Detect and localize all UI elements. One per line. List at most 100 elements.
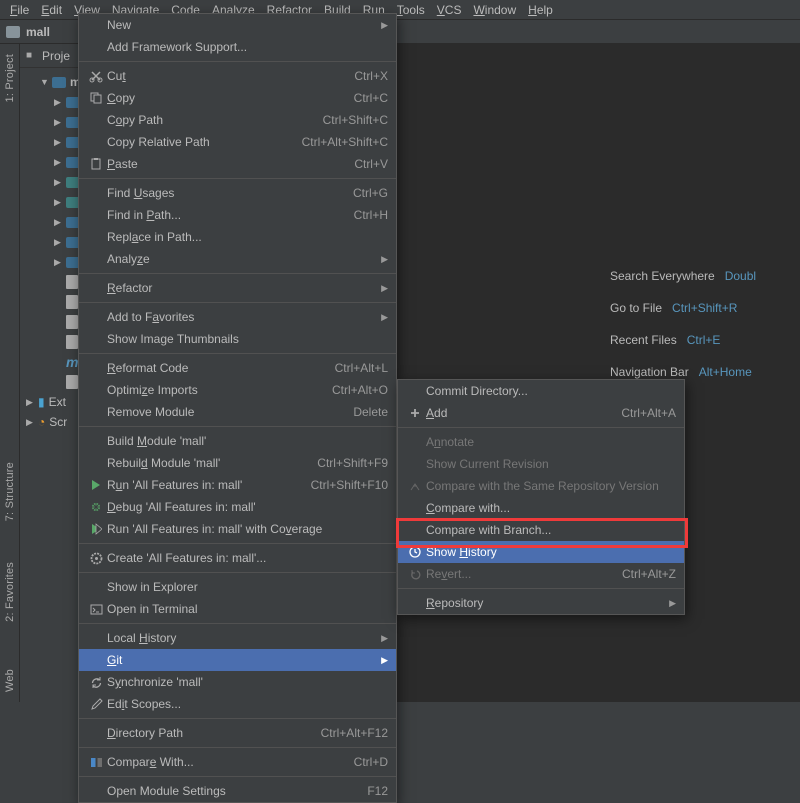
menu-item-label: Copy Relative Path [107, 135, 302, 149]
icon-slot [87, 783, 105, 799]
menu-shortcut: Ctrl+D [354, 755, 388, 769]
menu-item-git[interactable]: Git▶ [79, 649, 396, 671]
menu-item-compare-with-branch[interactable]: Compare with Branch... [398, 519, 684, 541]
menu-item-label: Directory Path [107, 726, 321, 740]
menu-item-refactor[interactable]: Refactor▶ [79, 277, 396, 299]
menu-item-label: Revert... [426, 567, 622, 581]
menu-item-label: Show Current Revision [426, 457, 676, 471]
menu-item-add-framework-support[interactable]: Add Framework Support... [79, 36, 396, 58]
breadcrumb-root[interactable]: mall [26, 25, 50, 39]
plus-icon [406, 405, 424, 421]
menu-item-show-image-thumbnails[interactable]: Show Image Thumbnails [79, 328, 396, 350]
menu-item-label: Optimize Imports [107, 383, 332, 397]
menu-separator [79, 273, 396, 274]
menu-item-create-all-features-in-mall[interactable]: Create 'All Features in: mall'... [79, 547, 396, 569]
menu-item-open-module-settings[interactable]: Open Module SettingsF12 [79, 780, 396, 802]
menu-item-debug-all-features-in-mall[interactable]: Debug 'All Features in: mall' [79, 496, 396, 518]
menu-shortcut: Delete [353, 405, 388, 419]
menu-item-commit-directory[interactable]: Commit Directory... [398, 380, 684, 402]
menu-item-label: Run 'All Features in: mall' with Coverag… [107, 522, 388, 536]
menu-item-label: Create 'All Features in: mall'... [107, 551, 388, 565]
menu-item-rebuild-module-mall[interactable]: Rebuild Module 'mall'Ctrl+Shift+F9 [79, 452, 396, 474]
menu-separator [79, 543, 396, 544]
gutter-structure[interactable]: 7: Structure [4, 462, 16, 521]
menu-item-find-in-path[interactable]: Find in Path...Ctrl+H [79, 204, 396, 226]
menu-item-label: Build Module 'mall' [107, 434, 388, 448]
menu-item-show-history[interactable]: Show History [398, 541, 684, 563]
submenu-arrow-icon: ▶ [381, 633, 388, 644]
menu-item-remove-module[interactable]: Remove ModuleDelete [79, 401, 396, 423]
menu-item-show-in-explorer[interactable]: Show in Explorer [79, 576, 396, 598]
folder-icon [6, 26, 20, 38]
menu-window[interactable]: Window [467, 3, 522, 17]
menu-item-label: Analyze [107, 252, 388, 266]
menu-item-replace-in-path[interactable]: Replace in Path... [79, 226, 396, 248]
menu-help[interactable]: Help [522, 3, 559, 17]
icon-slot [87, 309, 105, 325]
menu-item-new[interactable]: New▶ [79, 14, 396, 36]
submenu-arrow-icon: ▶ [381, 20, 388, 31]
copy-icon [87, 90, 105, 106]
paste-icon [87, 156, 105, 172]
menu-shortcut: Ctrl+Shift+F9 [317, 456, 388, 470]
menu-item-label: Run 'All Features in: mall' [107, 478, 311, 492]
menu-item-optimize-imports[interactable]: Optimize ImportsCtrl+Alt+O [79, 379, 396, 401]
menu-item-copy[interactable]: CopyCtrl+C [79, 87, 396, 109]
menu-item-label: Find in Path... [107, 208, 354, 222]
menu-item-label: Remove Module [107, 405, 353, 419]
submenu-arrow-icon: ▶ [381, 283, 388, 294]
menu-item-label: Find Usages [107, 186, 353, 200]
icon-slot [87, 185, 105, 201]
menu-item-add-to-favorites[interactable]: Add to Favorites▶ [79, 306, 396, 328]
menu-shortcut: Ctrl+X [354, 69, 388, 83]
menu-file[interactable]: File [4, 3, 35, 17]
gutter-web[interactable]: Web [4, 669, 16, 692]
menu-item-show-current-revision: Show Current Revision [398, 453, 684, 475]
menu-separator [79, 426, 396, 427]
menu-item-label: Compare with... [426, 501, 676, 515]
icon-slot [87, 331, 105, 347]
menu-item-find-usages[interactable]: Find UsagesCtrl+G [79, 182, 396, 204]
menu-item-compare-with[interactable]: Compare With...Ctrl+D [79, 751, 396, 773]
menu-item-cut[interactable]: CutCtrl+X [79, 65, 396, 87]
menu-item-analyze[interactable]: Analyze▶ [79, 248, 396, 270]
menu-item-copy-relative-path[interactable]: Copy Relative PathCtrl+Alt+Shift+C [79, 131, 396, 153]
menu-separator [79, 776, 396, 777]
gutter-project[interactable]: 1: Project [4, 54, 16, 102]
revert-icon [406, 566, 424, 582]
menu-item-run-all-features-in-mall[interactable]: Run 'All Features in: mall'Ctrl+Shift+F1… [79, 474, 396, 496]
menu-item-label: Compare With... [107, 755, 354, 769]
menu-item-label: Rebuild Module 'mall' [107, 456, 317, 470]
project-context-menu[interactable]: New▶Add Framework Support...CutCtrl+XCop… [78, 13, 397, 803]
menu-item-label: Local History [107, 631, 388, 645]
menu-item-local-history[interactable]: Local History▶ [79, 627, 396, 649]
cover-icon [87, 521, 105, 537]
sync-icon [87, 674, 105, 690]
menu-item-synchronize-mall[interactable]: Synchronize 'mall' [79, 671, 396, 693]
menu-shortcut: Ctrl+Alt+F12 [321, 726, 388, 740]
menu-item-run-all-features-in-mall-with-coverage[interactable]: Run 'All Features in: mall' with Coverag… [79, 518, 396, 540]
icon-slot [87, 360, 105, 376]
menu-item-edit-scopes[interactable]: Edit Scopes... [79, 693, 396, 715]
menu-vcs[interactable]: VCS [431, 3, 468, 17]
menu-shortcut: Ctrl+Alt+L [335, 361, 388, 375]
menu-item-label: Paste [107, 157, 354, 171]
git-submenu[interactable]: Commit Directory...AddCtrl+Alt+AAnnotate… [397, 379, 685, 615]
icon-slot [87, 39, 105, 55]
menu-item-add[interactable]: AddCtrl+Alt+A [398, 402, 684, 424]
menu-item-label: Add [426, 406, 621, 420]
menu-item-build-module-mall[interactable]: Build Module 'mall' [79, 430, 396, 452]
menu-item-label: Debug 'All Features in: mall' [107, 500, 388, 514]
menu-item-copy-path[interactable]: Copy PathCtrl+Shift+C [79, 109, 396, 131]
menu-item-repository[interactable]: Repository▶ [398, 592, 684, 614]
gutter-favorites[interactable]: 2: Favorites [4, 562, 16, 622]
icon-slot [406, 522, 424, 538]
menu-item-compare-with[interactable]: Compare with... [398, 497, 684, 519]
menu-separator [79, 623, 396, 624]
menu-item-directory-path[interactable]: Directory PathCtrl+Alt+F12 [79, 722, 396, 744]
menu-item-reformat-code[interactable]: Reformat CodeCtrl+Alt+L [79, 357, 396, 379]
menu-edit[interactable]: Edit [35, 3, 68, 17]
menu-item-open-in-terminal[interactable]: Open in Terminal [79, 598, 396, 620]
menu-item-paste[interactable]: PasteCtrl+V [79, 153, 396, 175]
submenu-arrow-icon: ▶ [381, 254, 388, 265]
